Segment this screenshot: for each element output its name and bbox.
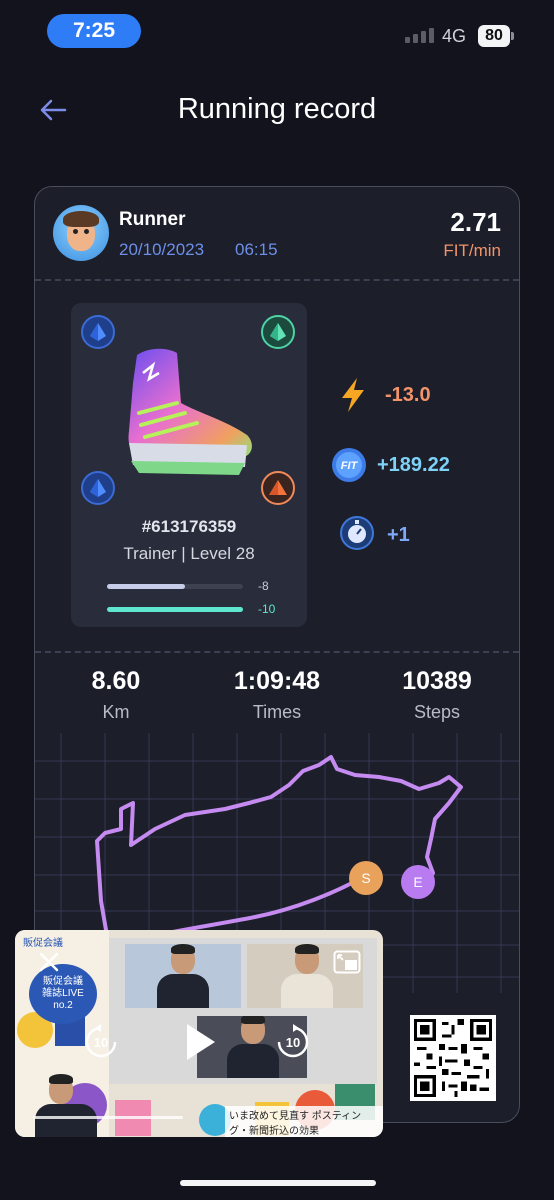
video-pip-player[interactable]: 販促会議 販促会議 雑誌LIVE no.2 いま改めて見直す ポスティング・新聞… xyxy=(15,930,383,1137)
play-button[interactable] xyxy=(179,1020,221,1064)
expand-pip-button[interactable] xyxy=(331,948,363,976)
qr-code xyxy=(410,1015,496,1101)
video-brand: 販促会議 xyxy=(23,938,63,949)
sneaker-id: #613176359 xyxy=(141,517,237,536)
route-start-marker[interactable]: S xyxy=(349,861,383,895)
status-time: 7:25 xyxy=(47,14,141,48)
sneaker-image xyxy=(128,348,252,475)
svg-text:FIT: FIT xyxy=(341,460,359,472)
pip-expand-icon xyxy=(333,950,361,974)
durability-bar-fill xyxy=(107,607,243,612)
steps-value: 10389 xyxy=(402,667,472,695)
sneaker-type-level: Trainer | Level 28 xyxy=(123,544,255,563)
stat-duration: 1:09:48 Times xyxy=(207,667,347,723)
socket-gem-icon xyxy=(81,315,115,349)
close-button[interactable] xyxy=(35,948,63,976)
stat-distance: 8.60 Km xyxy=(46,667,186,723)
steps-label: Steps xyxy=(413,702,461,722)
distance-label: Km xyxy=(102,702,130,722)
route-line xyxy=(95,755,463,961)
route-end-marker[interactable]: E xyxy=(401,865,435,899)
sneaker-panel[interactable]: #613176359 Trainer | Level 28 -8 -10 xyxy=(71,303,307,627)
video-participant xyxy=(125,944,241,1008)
signal-strength-icon xyxy=(405,28,434,43)
forward-label: 10 xyxy=(285,1034,301,1050)
divider xyxy=(35,651,519,653)
stopwatch-badge-icon xyxy=(339,515,375,551)
video-badge-line: 販促会議 xyxy=(43,976,83,987)
socket-gem-icon xyxy=(261,315,295,349)
rewind-button[interactable]: 10 xyxy=(81,1022,121,1062)
distance-value: 8.60 xyxy=(91,667,141,695)
close-icon xyxy=(39,952,59,972)
duration-value: 1:09:48 xyxy=(233,667,321,695)
divider xyxy=(35,279,519,281)
fit-earned-value: +189.22 xyxy=(377,454,450,476)
fit-token-icon: FIT xyxy=(331,447,367,483)
duration-label: Times xyxy=(252,702,302,722)
durability-bar-label: -10 xyxy=(258,602,276,616)
socket-gem-icon xyxy=(261,471,295,505)
video-caption: いま改めて見直す ポスティング・新聞折込の効果 xyxy=(225,1106,383,1137)
play-icon xyxy=(187,1024,215,1060)
battery-tip xyxy=(511,32,514,40)
efficiency-bar xyxy=(107,584,243,589)
socket-gem-icon xyxy=(81,471,115,505)
video-badge-line: 雑誌LIVE xyxy=(42,988,84,999)
video-badge-line: no.2 xyxy=(53,1000,73,1011)
stat-steps: 10389 Steps xyxy=(367,667,507,723)
lightning-icon xyxy=(335,377,371,413)
network-type: 4G xyxy=(442,26,467,46)
home-indicator[interactable] xyxy=(180,1180,376,1186)
avatar xyxy=(53,205,109,261)
video-presenter xyxy=(31,1074,101,1137)
earn-rate-value: 2.71 xyxy=(450,207,501,237)
badge-count-value: +1 xyxy=(387,524,410,546)
energy-change-value: -13.0 xyxy=(385,384,431,406)
rewind-label: 10 xyxy=(93,1034,109,1050)
run-time: 06:15 xyxy=(235,240,278,259)
efficiency-bar-label: -8 xyxy=(258,579,269,593)
durability-bar xyxy=(107,607,243,612)
page-title: Running record xyxy=(177,93,377,125)
earn-rate-unit: FIT/min xyxy=(443,241,501,260)
video-progress-bar[interactable] xyxy=(33,1116,183,1119)
forward-button[interactable]: 10 xyxy=(273,1022,313,1062)
run-date: 20/10/2023 xyxy=(119,240,205,259)
runner-name: Runner xyxy=(119,209,186,230)
battery-icon: 80 xyxy=(478,25,510,47)
efficiency-bar-fill xyxy=(107,584,185,589)
